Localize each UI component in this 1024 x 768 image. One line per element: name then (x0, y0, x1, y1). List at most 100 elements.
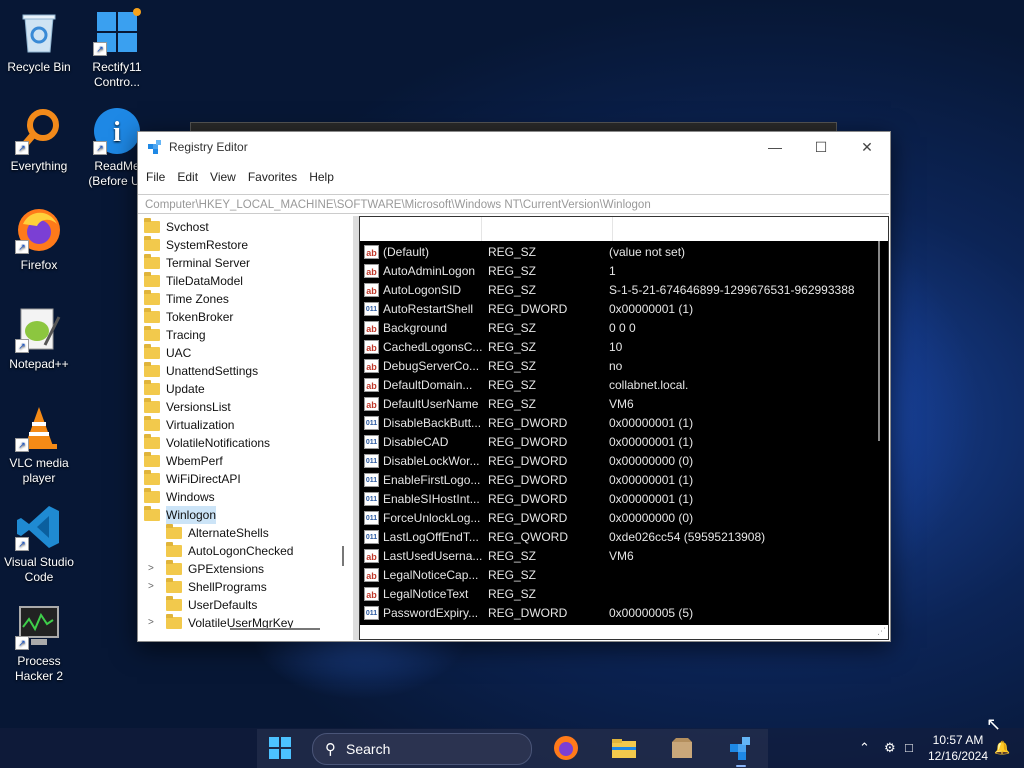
value-row[interactable]: ab DefaultDomain... REG_SZ collabnet.local. (360, 375, 888, 394)
desktop-icon-notepadpp[interactable]: ↗ Notepad++ (0, 305, 79, 372)
column-header-name[interactable] (360, 217, 482, 241)
value-row[interactable]: ab Background REG_SZ 0 0 0 (360, 318, 888, 337)
resize-grip-icon[interactable]: ⋰ (877, 626, 886, 637)
menu-help[interactable]: Help (303, 170, 340, 184)
value-row[interactable]: 011 DisableCAD REG_DWORD 0x00000001 (1) (360, 432, 888, 451)
tree-item[interactable]: VersionsList (138, 398, 353, 416)
close-button[interactable]: ✕ (844, 132, 890, 162)
title-bar[interactable]: Registry Editor — ☐ ✕ (138, 132, 890, 162)
tree-child-item[interactable]: AlternateShells (138, 524, 353, 542)
desktop-icon-vlc[interactable]: ↗ VLC media player (0, 404, 79, 486)
tree-child-item[interactable]: UserDefaults (138, 596, 353, 614)
minimize-button[interactable]: — (752, 132, 798, 162)
column-header-data[interactable] (613, 217, 888, 241)
tree-item-label: UnattendSettings (166, 364, 259, 378)
desktop-icon-recycle-bin[interactable]: Recycle Bin (0, 8, 79, 75)
tree-child-item[interactable]: > GPExtensions (138, 560, 353, 578)
desktop-icon-everything[interactable]: ↗ Everything (0, 107, 79, 174)
tree-item[interactable]: Virtualization (138, 416, 353, 434)
notification-bell-icon[interactable]: 🔔 (994, 740, 1010, 756)
value-row[interactable]: 011 AutoRestartShell REG_DWORD 0x00000001 (… (360, 299, 888, 318)
svg-text:i: i (113, 117, 121, 148)
value-data: (value not set) (609, 244, 686, 259)
value-row[interactable]: ab DebugServerCo... REG_SZ no (360, 356, 888, 375)
menu-favorites[interactable]: Favorites (242, 170, 303, 184)
taskbar-clock[interactable]: 10:57 AM 12/16/2024 (925, 732, 991, 764)
shortcut-arrow-icon: ↗ (93, 42, 107, 56)
value-row[interactable]: 011 LastLogOffEndT... REG_QWORD 0xde026cc54… (360, 527, 888, 546)
value-row[interactable]: ab (Default) REG_SZ (value not set) (360, 242, 888, 261)
string-value-icon: ab (364, 263, 379, 278)
tree-child-item[interactable]: > ShellPrograms (138, 578, 353, 596)
values-horizontal-scrollbar-area (360, 625, 888, 639)
value-row[interactable]: 011 DisableLockWor... REG_DWORD 0x00000000 … (360, 451, 888, 470)
network-icon[interactable]: ⚙ (884, 740, 896, 756)
value-row[interactable]: ab CachedLogonsC... REG_SZ 10 (360, 337, 888, 356)
menu-edit[interactable]: Edit (171, 170, 204, 184)
value-row[interactable]: 011 ForceUnlockLog... REG_DWORD 0x00000000 … (360, 508, 888, 527)
tree-item[interactable]: WbemPerf (138, 452, 353, 470)
tree-item[interactable]: SystemRestore (138, 236, 353, 254)
menu-file[interactable]: File (140, 170, 171, 184)
taskbar-firefox[interactable] (552, 734, 580, 762)
tree-item[interactable]: Time Zones (138, 290, 353, 308)
maximize-button[interactable]: ☐ (798, 132, 844, 162)
start-button[interactable] (266, 734, 294, 762)
value-type: REG_DWORD (488, 605, 568, 620)
taskbar-search[interactable]: ⚲ Search (312, 733, 532, 765)
value-row[interactable]: ab AutoAdminLogon REG_SZ 1 (360, 261, 888, 280)
taskbar-registry-editor[interactable] (727, 734, 755, 762)
tree-item[interactable]: Terminal Server (138, 254, 353, 272)
tree-item[interactable]: TokenBroker (138, 308, 353, 326)
value-data: 10 (609, 339, 623, 354)
desktop-icon-firefox[interactable]: ↗ Firefox (0, 206, 79, 273)
values-vertical-scrollbar[interactable] (878, 241, 880, 441)
desktop-icon-vscode[interactable]: ↗ Visual Studio Code (0, 503, 79, 585)
key-tree[interactable]: Svchost SystemRestore Terminal Server TileD… (138, 216, 354, 640)
value-row[interactable]: 011 PasswordExpiry... REG_DWORD 0x00000005 … (360, 603, 888, 622)
tree-item[interactable]: UAC (138, 344, 353, 362)
display-icon[interactable]: □ (905, 740, 913, 755)
expand-chevron-icon[interactable]: > (148, 560, 158, 578)
folder-icon (144, 272, 160, 287)
value-name: ab DefaultDomain... (360, 377, 485, 392)
expand-chevron-icon[interactable]: > (148, 614, 158, 632)
show-hidden-icons-chevron-icon[interactable]: ⌃ (859, 740, 870, 756)
tree-item[interactable]: Windows (138, 488, 353, 506)
tree-item[interactable]: UnattendSettings (138, 362, 353, 380)
value-row[interactable]: 011 EnableFirstLogo... REG_DWORD 0x00000001… (360, 470, 888, 489)
tree-item[interactable]: Winlogon (138, 506, 353, 524)
tree-item[interactable]: VolatileNotifications (138, 434, 353, 452)
tree-item[interactable]: WiFiDirectAPI (138, 470, 353, 488)
desktop-icon-rectify11[interactable]: ↗ Rectify11 Contro... (77, 8, 157, 90)
column-header-type[interactable] (482, 217, 613, 241)
tree-item-label: WbemPerf (166, 454, 223, 468)
desktop-icon-label: Notepad++ (9, 357, 69, 371)
value-name-text: DisableCAD (383, 434, 449, 449)
tree-item[interactable]: Tracing (138, 326, 353, 344)
value-row[interactable]: ab AutoLogonSID REG_SZ S-1-5-21-674646899-1… (360, 280, 888, 299)
address-bar[interactable]: Computer\HKEY_LOCAL_MACHINE\SOFTWARE\Mic… (138, 194, 889, 214)
value-type: REG_DWORD (488, 491, 568, 506)
value-row[interactable]: ab DefaultUserName REG_SZ VM6 (360, 394, 888, 413)
tree-item[interactable]: Update (138, 380, 353, 398)
tree-child-item[interactable]: AutoLogonChecked (138, 542, 353, 560)
value-row[interactable]: ab LegalNoticeCap... REG_SZ (360, 565, 888, 584)
tree-item[interactable]: Svchost (138, 218, 353, 236)
value-row[interactable]: ab LastUsedUserna... REG_SZ VM6 (360, 546, 888, 565)
desktop-icon-process-hacker[interactable]: ↗ Process Hacker 2 (0, 602, 79, 684)
value-row[interactable]: ab LegalNoticeText REG_SZ (360, 584, 888, 603)
taskbar-file-explorer[interactable] (610, 734, 638, 762)
taskbar-archive-app[interactable] (668, 734, 696, 762)
menu-view[interactable]: View (204, 170, 242, 184)
value-name-text: LastUsedUserna... (383, 548, 483, 563)
tree-horizontal-scrollbar[interactable] (230, 628, 320, 630)
tree-vertical-scrollbar[interactable] (342, 546, 344, 566)
value-row[interactable]: 011 EnableSIHostInt... REG_DWORD 0x00000001… (360, 489, 888, 508)
minimize-icon: — (768, 139, 782, 155)
expand-chevron-icon[interactable]: > (148, 578, 158, 596)
tree-item[interactable]: TileDataModel (138, 272, 353, 290)
value-row[interactable]: 011 DisableBackButt... REG_DWORD 0x00000001… (360, 413, 888, 432)
value-data: no (609, 358, 623, 373)
values-list[interactable]: ab (Default) REG_SZ (value not set) ab AutoAd… (359, 216, 889, 640)
